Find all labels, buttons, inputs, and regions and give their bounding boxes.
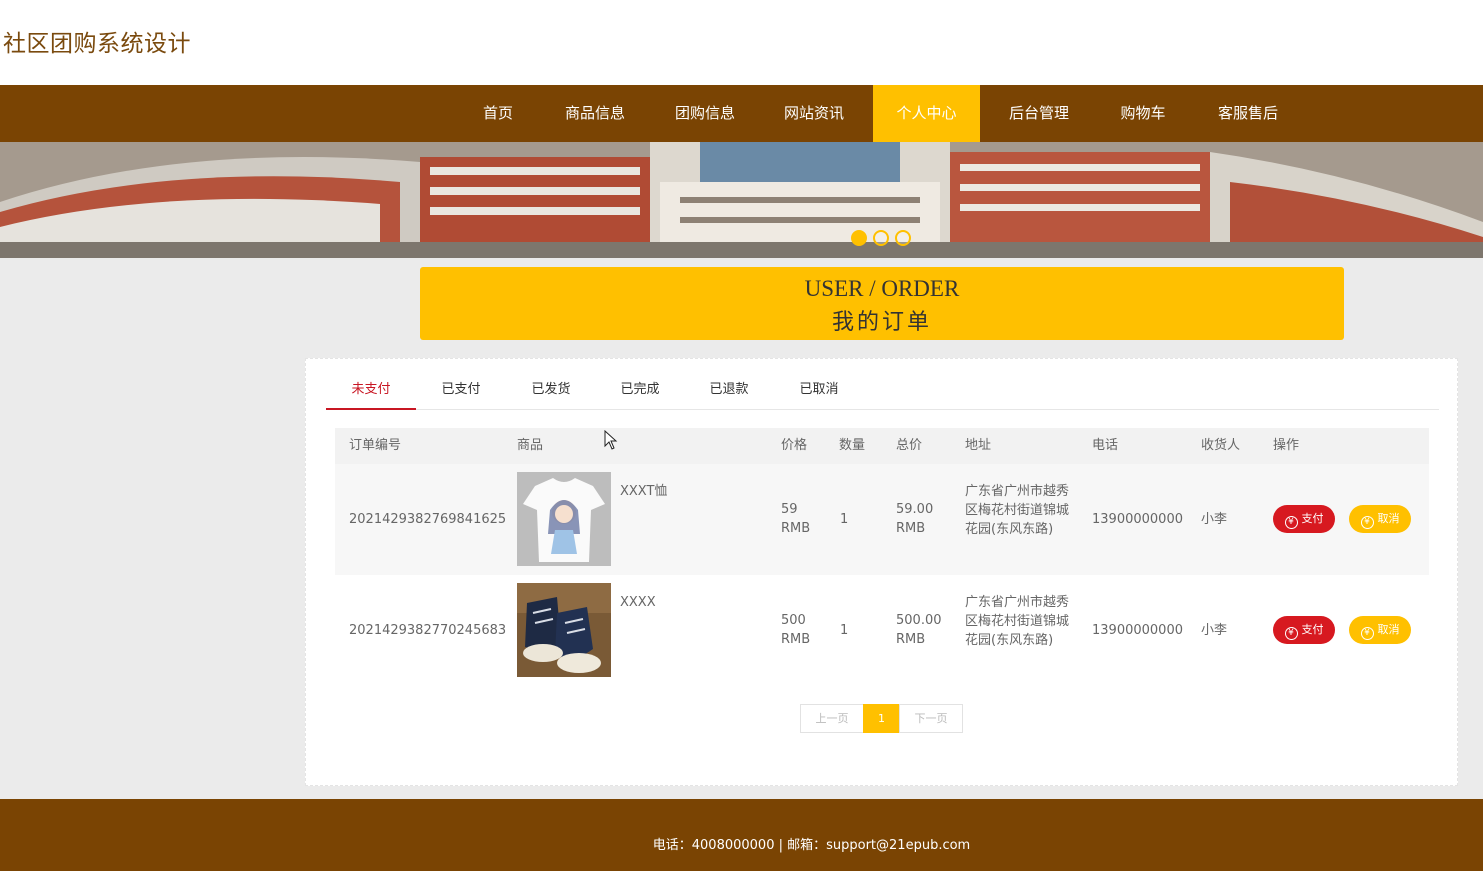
col-product: 商品 <box>517 438 544 453</box>
footer-contact: 电话：4008000000 | 邮箱：support@21epub.com <box>652 838 971 853</box>
tab-shipped[interactable]: 已发货 <box>506 359 596 410</box>
quantity: 1 <box>840 623 849 638</box>
col-phone: 电话 <box>1092 438 1119 453</box>
hero-banner[interactable] <box>0 142 1483 258</box>
yen-icon: ¥ <box>1284 516 1298 529</box>
col-price: 价格 <box>781 438 808 453</box>
table-row: 2021429382769841625 XXXT恤 59 RMB 1 59.00 R… <box>335 464 1429 575</box>
section-title-en: USER / ORDER <box>804 276 960 301</box>
tab-refunded[interactable]: 已退款 <box>684 359 774 410</box>
tshirt-image[interactable] <box>517 472 611 566</box>
carousel-dot-2[interactable] <box>873 230 889 246</box>
col-address: 地址 <box>965 438 992 453</box>
order-no: 2021429382770245683 <box>349 623 507 638</box>
cancel-button[interactable]: ¥ 取消 <box>1349 616 1411 644</box>
tab-paid[interactable]: 已支付 <box>416 359 506 410</box>
sneaker-image[interactable] <box>517 583 611 677</box>
col-qty: 数量 <box>839 438 866 453</box>
prev-page-button[interactable]: 上一页 <box>800 704 864 733</box>
carousel-dot-3[interactable] <box>895 230 911 246</box>
nav-item-customer-service[interactable]: 客服售后 <box>1209 85 1287 142</box>
product-name[interactable]: XXXX <box>620 593 656 612</box>
nav-item-products[interactable]: 商品信息 <box>556 85 634 142</box>
receiver: 小李 <box>1201 623 1228 638</box>
price: 500 RMB <box>781 613 811 647</box>
phone: 13900000000 <box>1092 623 1183 638</box>
section-title-cn: 我的订单 <box>831 310 932 335</box>
mouse-cursor-icon <box>604 430 618 450</box>
campus-buildings-image <box>0 142 1483 258</box>
yen-icon: ¥ <box>1284 627 1298 640</box>
price: 59 RMB <box>781 502 811 536</box>
col-order-no: 订单编号 <box>349 438 402 453</box>
order-panel: 未支付 已支付 已发货 已完成 已退款 已取消 订单编号 商品 价格 数量 总价… <box>305 358 1458 786</box>
address: 广东省广州市越秀区梅花村街道锦城花园(东风东路) <box>965 484 1070 537</box>
product-name[interactable]: XXXT恤 <box>620 482 667 501</box>
tab-completed[interactable]: 已完成 <box>595 359 685 410</box>
nav-item-news[interactable]: 网站资讯 <box>775 85 853 142</box>
pay-button[interactable]: ¥ 支付 <box>1273 616 1335 644</box>
carousel-dot-1[interactable] <box>851 230 867 246</box>
address: 广东省广州市越秀区梅花村街道锦城花园(东风东路) <box>965 595 1070 648</box>
cancel-button[interactable]: ¥ 取消 <box>1349 505 1411 533</box>
nav-item-home[interactable]: 首页 <box>470 85 526 142</box>
site-header: 社区团购系统设计 <box>0 0 1483 85</box>
tab-cancelled[interactable]: 已取消 <box>774 359 864 410</box>
nav-item-admin[interactable]: 后台管理 <box>1000 85 1078 142</box>
pay-button[interactable]: ¥ 支付 <box>1273 505 1335 533</box>
table-row: 2021429382770245683 XXXX 500 RMB 1 500.00… <box>335 575 1429 686</box>
main-nav: 首页 商品信息 团购信息 网站资讯 个人中心 后台管理 购物车 客服售后 <box>0 85 1483 142</box>
total: 59.00 RMB <box>896 502 934 536</box>
quantity: 1 <box>840 512 849 527</box>
order-no: 2021429382769841625 <box>349 512 507 527</box>
site-footer: 电话：4008000000 | 邮箱：support@21epub.com <box>0 799 1483 871</box>
current-page[interactable]: 1 <box>863 704 900 733</box>
phone: 13900000000 <box>1092 512 1183 527</box>
nav-item-personal-center[interactable]: 个人中心 <box>873 85 980 142</box>
col-receiver: 收货人 <box>1201 438 1241 453</box>
tab-unpaid[interactable]: 未支付 <box>326 359 416 410</box>
nav-item-cart[interactable]: 购物车 <box>1110 85 1176 142</box>
yen-icon: ¥ <box>1360 627 1374 640</box>
site-title: 社区团购系统设计 <box>3 31 191 57</box>
yen-icon: ¥ <box>1360 516 1374 529</box>
section-title-box: USER / ORDER 我的订单 <box>420 267 1344 340</box>
receiver: 小李 <box>1201 512 1228 527</box>
col-total: 总价 <box>896 438 923 453</box>
total: 500.00 RMB <box>896 613 942 647</box>
col-actions: 操作 <box>1273 438 1300 453</box>
next-page-button[interactable]: 下一页 <box>899 704 963 733</box>
table-header: 订单编号 商品 价格 数量 总价 地址 电话 收货人 操作 <box>335 428 1429 464</box>
order-status-tabs: 未支付 已支付 已发货 已完成 已退款 已取消 <box>326 359 1439 410</box>
nav-item-group-buy[interactable]: 团购信息 <box>666 85 744 142</box>
